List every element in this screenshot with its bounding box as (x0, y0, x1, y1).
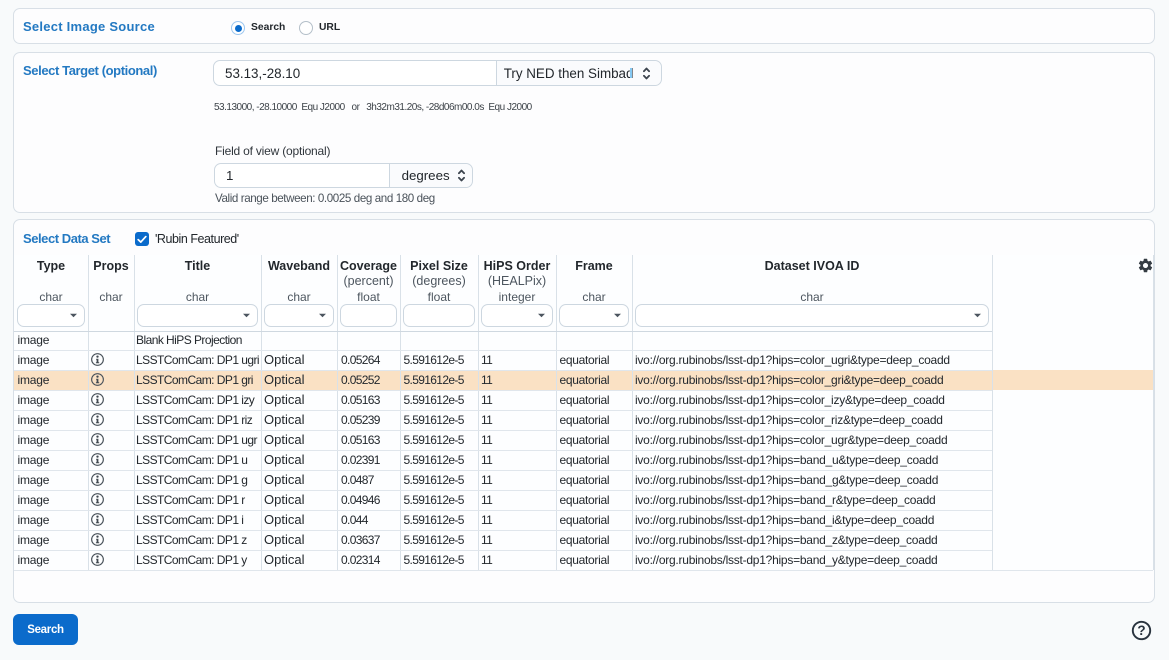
svg-text:?: ? (1137, 622, 1145, 637)
